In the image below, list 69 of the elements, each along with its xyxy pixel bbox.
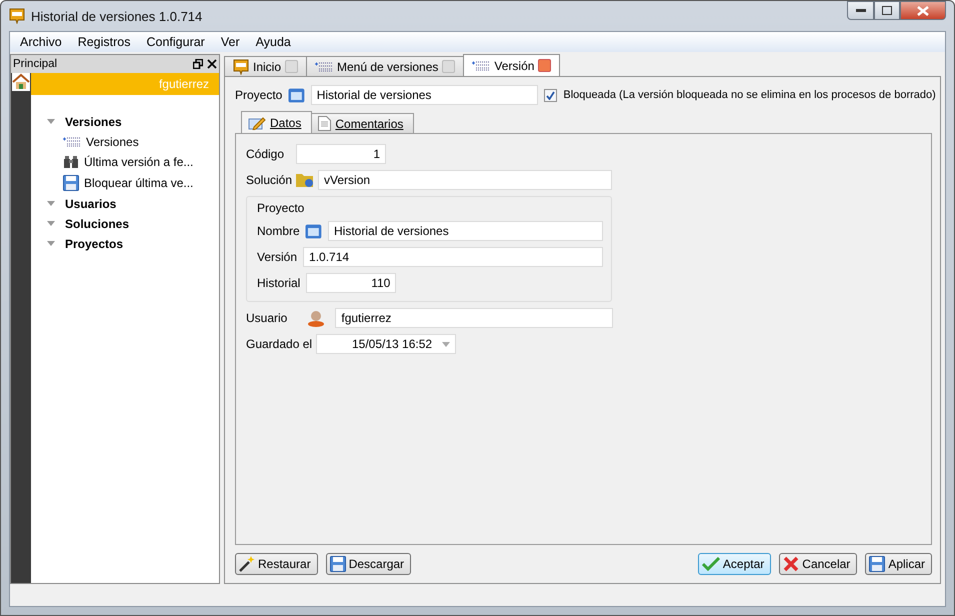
tree-item[interactable]: Versiones bbox=[86, 135, 139, 149]
action-button[interactable]: Cancelar bbox=[779, 553, 858, 575]
panel-title: Principal bbox=[13, 58, 58, 70]
checkmark-icon bbox=[702, 557, 720, 571]
project-field[interactable]: Historial de versiones bbox=[310, 85, 538, 105]
maximize-button[interactable] bbox=[874, 1, 900, 20]
user-name: fgutierrez bbox=[158, 77, 209, 91]
solution-field[interactable]: vVersion bbox=[318, 170, 612, 190]
tree-item[interactable]: Bloquear última ve... bbox=[84, 176, 194, 190]
list-icon bbox=[63, 137, 81, 147]
tree-group[interactable]: Proyectos bbox=[65, 237, 124, 251]
tab[interactable]: Versión bbox=[463, 54, 560, 76]
window-title: Historial de versiones 1.0.714 bbox=[31, 8, 202, 24]
action-button[interactable]: Aceptar bbox=[698, 553, 772, 575]
logo-icon bbox=[233, 58, 249, 74]
pencil-icon bbox=[248, 116, 266, 130]
user-field[interactable]: fgutierrez bbox=[335, 308, 614, 328]
tree-item[interactable]: Última versión a fe... bbox=[84, 155, 194, 169]
tree-group[interactable]: Usuarios bbox=[65, 197, 116, 211]
menu-item[interactable]: Ayuda bbox=[248, 35, 299, 49]
close-icon[interactable] bbox=[207, 59, 217, 69]
group-title: Proyecto bbox=[257, 201, 306, 215]
field-label: Solución bbox=[246, 173, 292, 187]
code-field[interactable]: 1 bbox=[296, 144, 386, 164]
close-button[interactable] bbox=[900, 1, 946, 20]
close-icon bbox=[917, 6, 929, 16]
field-label: Nombre bbox=[257, 224, 300, 238]
list-icon bbox=[472, 60, 490, 70]
field-label: Historial bbox=[257, 276, 300, 290]
binoculars-icon bbox=[63, 155, 79, 169]
magic-wand-icon bbox=[239, 556, 255, 572]
field-label: Código bbox=[246, 147, 284, 161]
menu-item[interactable]: Registros bbox=[70, 35, 138, 49]
name-field[interactable]: Historial de versiones bbox=[328, 221, 603, 241]
minimize-icon bbox=[856, 9, 866, 12]
dropdown-arrow-icon bbox=[442, 342, 450, 346]
tab[interactable]: Datos bbox=[241, 111, 312, 133]
tab[interactable]: Inicio bbox=[224, 56, 308, 76]
menu-item[interactable]: Configurar bbox=[138, 35, 213, 49]
field-label: Usuario bbox=[246, 311, 288, 325]
action-button[interactable]: Descargar bbox=[326, 553, 412, 575]
menu-item[interactable]: Ver bbox=[212, 35, 248, 49]
checkbox[interactable] bbox=[544, 88, 558, 102]
restore-icon[interactable] bbox=[193, 59, 203, 69]
field-label: Guardado el bbox=[246, 337, 312, 351]
version-field[interactable]: 1.0.714 bbox=[303, 247, 603, 267]
collapse-arrow-icon[interactable] bbox=[47, 200, 55, 208]
logo-icon bbox=[9, 8, 25, 24]
tab[interactable]: Comentarios bbox=[311, 113, 414, 133]
collapse-arrow-icon[interactable] bbox=[47, 118, 55, 126]
history-field[interactable]: 110 bbox=[306, 273, 396, 293]
user-icon bbox=[307, 309, 326, 327]
collapse-arrow-icon[interactable] bbox=[47, 220, 55, 228]
date-dropdown[interactable]: 15/05/13 16:52 bbox=[316, 334, 456, 354]
menu-item[interactable]: Archivo bbox=[12, 35, 70, 49]
maximize-icon bbox=[882, 6, 892, 15]
action-button[interactable]: Aplicar bbox=[865, 553, 932, 575]
field-label: Proyecto bbox=[235, 88, 282, 102]
home-icon[interactable] bbox=[12, 73, 30, 91]
tree-group[interactable]: Soluciones bbox=[65, 217, 130, 231]
tab[interactable]: Menú de versiones bbox=[306, 56, 464, 76]
close-icon bbox=[783, 556, 800, 572]
action-button[interactable]: Restaurar bbox=[235, 553, 318, 575]
list-icon bbox=[315, 62, 334, 72]
document-icon bbox=[318, 116, 332, 131]
collapse-arrow-icon[interactable] bbox=[47, 240, 55, 248]
minimize-button[interactable] bbox=[847, 1, 874, 20]
tree-group[interactable]: Versiones bbox=[65, 115, 122, 129]
field-label: Versión bbox=[257, 250, 298, 264]
